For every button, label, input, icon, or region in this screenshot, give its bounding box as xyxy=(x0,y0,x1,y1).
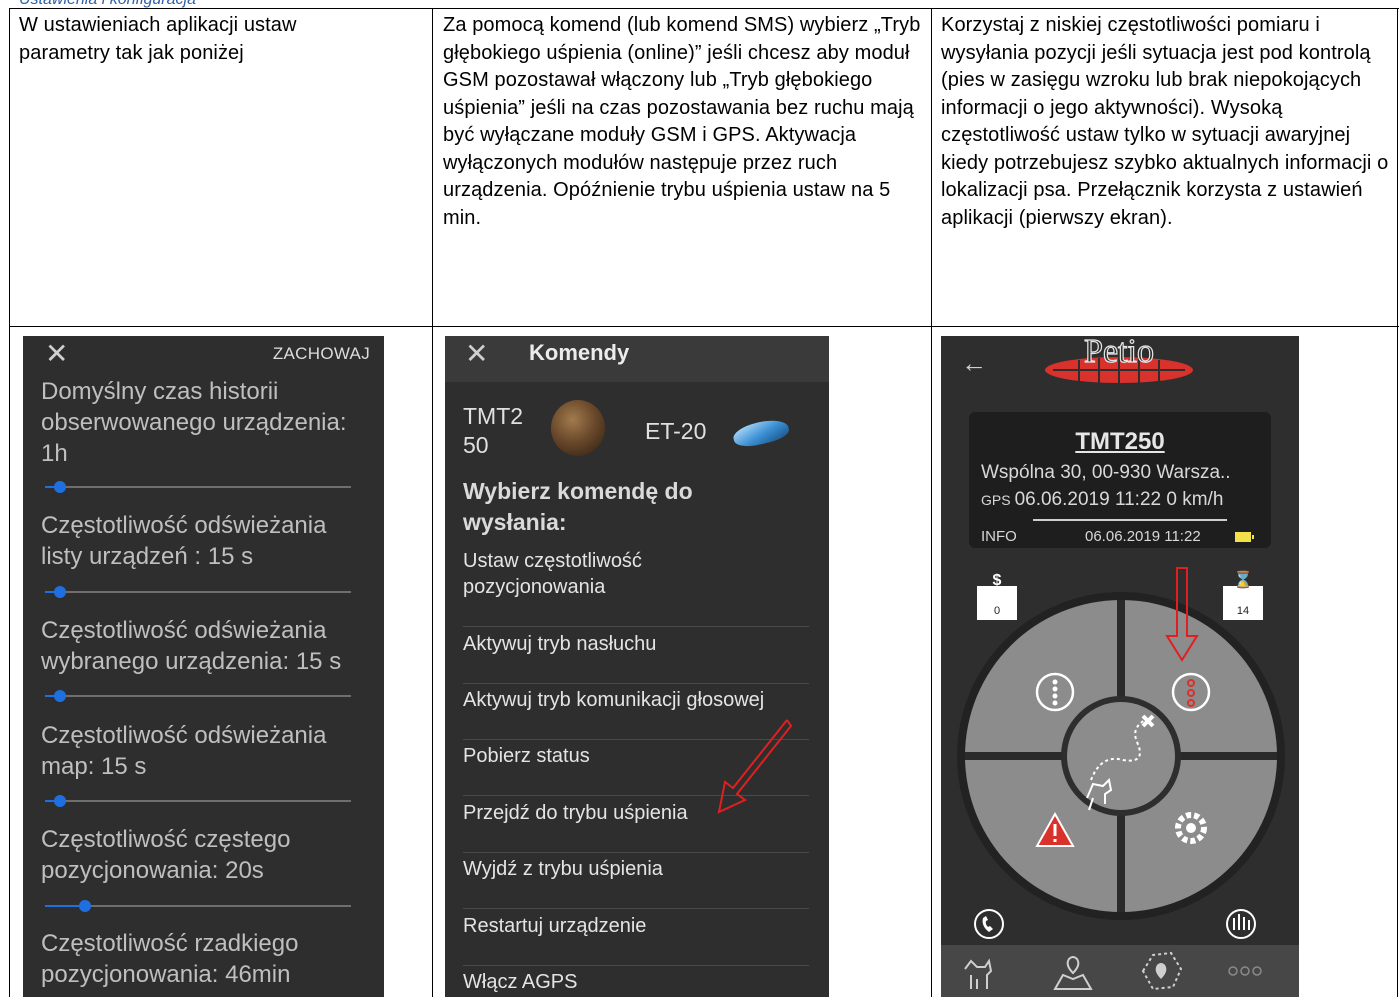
command-enable-agps[interactable]: Włącz AGPS xyxy=(463,969,577,995)
list-divider xyxy=(463,626,809,627)
tracker-device-icon[interactable] xyxy=(731,415,791,451)
list-divider xyxy=(463,965,809,966)
setting-device-refresh: Częstotliwość odświeżania wybranego urzą… xyxy=(41,617,342,675)
setting-rare-positioning: Częstotliwość rzadkiego pozycjonowania: … xyxy=(41,930,299,988)
table-row-border xyxy=(9,326,1399,327)
section-link[interactable]: Ustawienia i konfiguracja xyxy=(19,0,349,8)
frequent-positioning-slider[interactable] xyxy=(45,900,351,912)
command-get-status[interactable]: Pobierz status xyxy=(463,743,590,769)
setting-history-time: Domyślny czas historii obserwowanego urz… xyxy=(41,378,347,467)
command-exit-sleep-mode[interactable]: Wyjdź z trybu uśpienia xyxy=(463,856,663,882)
gps-tag: GPS xyxy=(981,492,1011,508)
history-time-slider[interactable] xyxy=(45,481,351,493)
setting-frequent-positioning: Częstotliwość częstego pozycjonowania: 2… xyxy=(41,826,291,884)
table-top-border xyxy=(9,8,1399,9)
list-divider xyxy=(463,908,809,909)
commands-title: Komendy xyxy=(529,340,630,365)
info-label: INFO xyxy=(981,528,1017,545)
back-arrow-icon[interactable]: ← xyxy=(961,348,987,379)
command-voice-mode[interactable]: Aktywuj tryb komunikacji głosowej xyxy=(463,687,764,713)
device-card[interactable]: TMT250 Wspólna 30, 00-930 Warsza.. GPS 06… xyxy=(969,412,1271,548)
map-refresh-slider[interactable] xyxy=(45,795,351,807)
petio-logo: Petio xyxy=(1045,336,1193,383)
dog-avatar[interactable] xyxy=(551,400,605,456)
table-border-col3 xyxy=(931,8,932,997)
column-2-text: Za pomocą komend (lub komend SMS) wybier… xyxy=(443,14,921,229)
table-border-col2 xyxy=(432,8,433,997)
choose-command-label: Wybierz komendę do wysłania: xyxy=(463,478,693,535)
column-3-text: Korzystaj z niskiej częstotliwości pomia… xyxy=(941,14,1389,229)
battery-icon xyxy=(1235,532,1254,542)
petio-screenshot: ← Petio TMT250 Wspólna 30, 00-930 Warsza… xyxy=(941,336,1299,997)
save-button[interactable]: ZACHOWAJ xyxy=(273,344,370,364)
device-et20-label[interactable]: ET-20 xyxy=(645,417,706,446)
more-tab-icon[interactable] xyxy=(1225,963,1265,979)
control-dial xyxy=(957,567,1285,939)
setting-map-refresh: Częstotliwość odświeżania map: 15 s xyxy=(41,722,327,780)
close-icon[interactable]: ✕ xyxy=(465,340,488,368)
list-divider xyxy=(463,683,809,684)
slider-knob[interactable] xyxy=(54,690,67,702)
stats-chart-icon[interactable] xyxy=(1226,909,1256,939)
list-divider xyxy=(463,852,809,853)
commands-header: ✕ Komendy xyxy=(445,336,829,382)
card-divider xyxy=(1033,519,1227,521)
commands-screenshot: ✕ Komendy TMT250 ET-20 Wybierz komendę d… xyxy=(445,336,829,997)
info-date: 06.06.2019 11:22 xyxy=(1085,528,1201,545)
slider-knob[interactable] xyxy=(54,586,67,598)
command-listen-mode[interactable]: Aktywuj tryb nasłuchu xyxy=(463,631,656,657)
bottom-tab-bar xyxy=(941,945,1299,997)
device-refresh-slider[interactable] xyxy=(45,690,351,702)
settings-header: ✕ ZACHOWAJ xyxy=(23,336,384,374)
map-tab-icon[interactable] xyxy=(1051,951,1095,993)
settings-screenshot: ✕ ZACHOWAJ Domyślny czas historii obserw… xyxy=(23,336,384,997)
dog-tab-icon[interactable] xyxy=(959,953,999,993)
slider-knob[interactable] xyxy=(54,481,67,493)
column-1-text: W ustawieniach aplikacji ustaw parametry… xyxy=(19,14,297,64)
gps-value: 06.06.2019 11:22 0 km/h xyxy=(1014,489,1224,510)
table-border-left xyxy=(9,8,10,997)
logo-text: Petio xyxy=(1084,336,1154,370)
setting-list-refresh: Częstotliwość odświeżania listy urządzeń… xyxy=(41,512,327,570)
command-enter-sleep-mode[interactable]: Przejdź do trybu uśpienia xyxy=(463,800,688,826)
gps-line: GPS 06.06.2019 11:22 0 km/h xyxy=(981,489,1223,511)
command-restart-device[interactable]: Restartuj urządzenie xyxy=(463,913,646,939)
list-refresh-slider[interactable] xyxy=(45,586,351,598)
command-set-positioning-frequency[interactable]: Ustaw częstotliwość pozycjonowania xyxy=(463,548,783,600)
geofence-tab-icon[interactable] xyxy=(1137,949,1185,993)
table-border-right xyxy=(1397,8,1398,997)
slider-knob[interactable] xyxy=(54,795,67,807)
slider-knob[interactable] xyxy=(78,900,91,912)
device-name[interactable]: TMT250 xyxy=(969,428,1271,456)
device-address: Wspólna 30, 00-930 Warsza.. xyxy=(981,462,1231,483)
phone-call-icon[interactable] xyxy=(974,909,1004,939)
red-arrow-annotation xyxy=(717,719,793,814)
close-icon[interactable]: ✕ xyxy=(45,340,68,368)
device-tmt250-label[interactable]: TMT250 xyxy=(463,402,533,460)
